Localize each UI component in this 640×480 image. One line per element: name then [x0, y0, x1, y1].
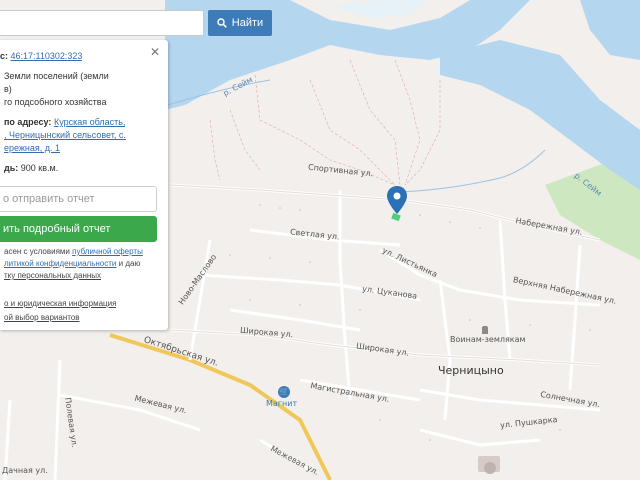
monument-poi[interactable]: Воинам-землякам	[450, 326, 526, 344]
address-label: по адресу:	[4, 117, 52, 127]
address-link[interactable]: ережная, д. 1	[4, 143, 60, 153]
location-marker-icon[interactable]	[387, 186, 407, 214]
offer-link[interactable]: публичной оферты	[72, 247, 143, 256]
address-row: по адресу: Курская область,	[4, 117, 125, 127]
order-report-button[interactable]: ить подробный отчет	[0, 216, 157, 242]
consent-line2: литикой конфиденциальности и даю	[4, 259, 140, 268]
search-input[interactable]	[0, 10, 204, 36]
consent-line1: асен с условиями публичной оферты	[4, 247, 143, 256]
use-line: го подсобного хозяйства	[4, 97, 107, 107]
monument-label: Воинам-землякам	[450, 335, 526, 344]
area-value: 900 кв.м.	[20, 163, 59, 173]
report-email-input[interactable]: о отправить отчет	[0, 186, 157, 212]
personal-data-link[interactable]: тку персональных данных	[4, 271, 101, 280]
town-label: Черницыно	[438, 364, 504, 377]
consent-text: и даю	[118, 259, 141, 268]
search-button-label: Найти	[231, 17, 264, 29]
search-icon	[217, 18, 227, 28]
cadastre-row: с: 46:17:110302:323	[0, 51, 82, 61]
shop-label: Магнит	[266, 399, 298, 408]
street-label: Дачная ул.	[2, 466, 48, 475]
area-label: дь:	[4, 163, 19, 173]
variants-link[interactable]: ой выбор вариантов	[4, 313, 80, 322]
privacy-policy-link[interactable]: литикой конфиденциальности	[4, 259, 116, 268]
cadastre-number-link[interactable]: 46:17:110302:323	[11, 51, 83, 61]
area-row: дь: 900 кв.м.	[4, 163, 58, 173]
address-link[interactable]: Курская область,	[54, 117, 126, 127]
plot-info-panel: ✕ с: 46:17:110302:323 Земли поселений (з…	[0, 40, 168, 330]
cadastre-label: с:	[0, 51, 9, 61]
category-line2: в)	[4, 84, 12, 94]
shop-poi[interactable]: 🛒 Магнит	[266, 386, 297, 408]
shop-icon: 🛒	[278, 386, 290, 398]
search-button[interactable]: Найти	[208, 10, 272, 36]
address-link[interactable]: , Черницынский сельсовет, с.	[4, 130, 126, 140]
close-icon[interactable]: ✕	[150, 46, 160, 58]
monument-icon	[482, 326, 488, 334]
category-line1: Земли поселений (земли	[4, 71, 109, 81]
legal-info-link[interactable]: о и юридическая информация	[4, 299, 116, 308]
consent-text: асен с условиями	[4, 247, 70, 256]
